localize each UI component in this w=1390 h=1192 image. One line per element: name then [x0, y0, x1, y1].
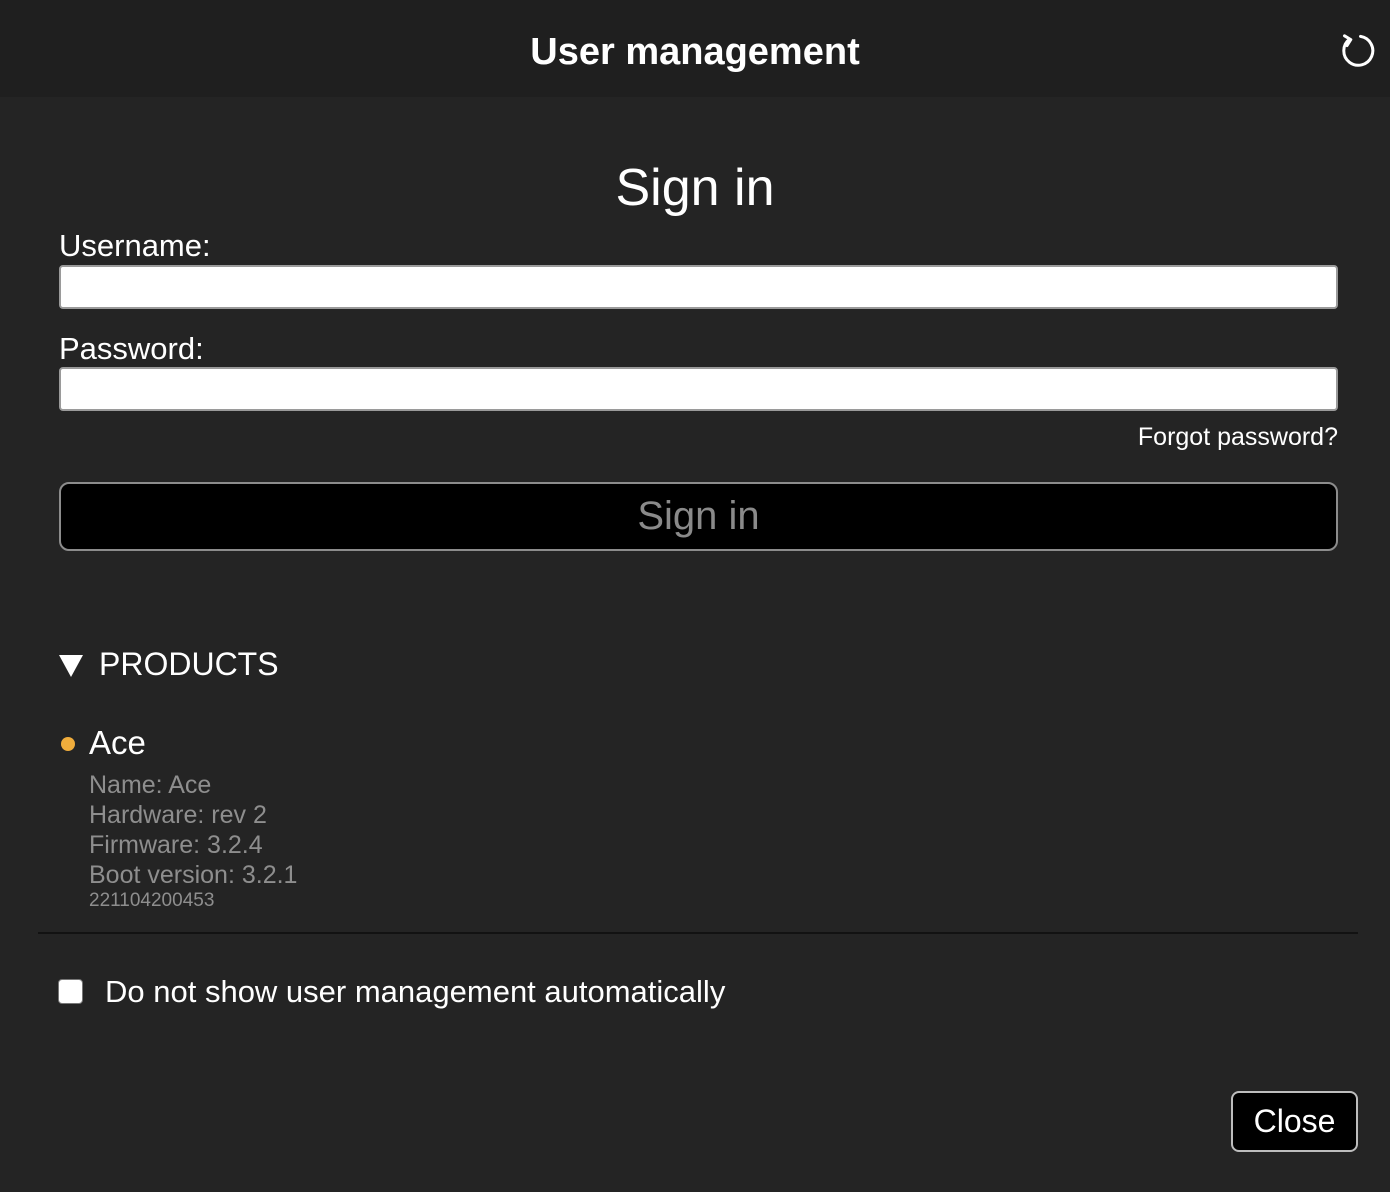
dont-show-label[interactable]: Do not show user management automaticall…	[105, 974, 725, 1010]
username-label: Username:	[59, 228, 211, 263]
username-input[interactable]	[59, 265, 1338, 309]
product-status-icon	[61, 737, 75, 751]
refresh-icon[interactable]	[1338, 31, 1376, 69]
triangle-down-icon	[59, 655, 83, 677]
password-input[interactable]	[59, 367, 1338, 411]
signin-button[interactable]: Sign in	[59, 482, 1338, 551]
dont-show-checkbox[interactable]	[58, 979, 83, 1004]
products-toggle[interactable]: PRODUCTS	[59, 645, 279, 683]
product-detail-name: Name: Ace	[89, 771, 212, 799]
password-label: Password:	[59, 331, 204, 366]
product-detail-firmware: Firmware: 3.2.4	[89, 831, 263, 859]
divider	[38, 932, 1358, 934]
forgot-password-link[interactable]: Forgot password?	[1138, 422, 1338, 452]
product-name: Ace	[89, 724, 146, 761]
dialog-title: User management	[530, 31, 860, 73]
dialog-header: User management	[0, 0, 1390, 97]
products-label: PRODUCTS	[99, 646, 279, 682]
close-button[interactable]: Close	[1231, 1091, 1358, 1152]
product-detail-hardware: Hardware: rev 2	[89, 801, 267, 829]
product-serial: 221104200453	[89, 890, 215, 911]
signin-heading: Sign in	[615, 159, 775, 217]
product-detail-boot-version: Boot version: 3.2.1	[89, 861, 298, 889]
